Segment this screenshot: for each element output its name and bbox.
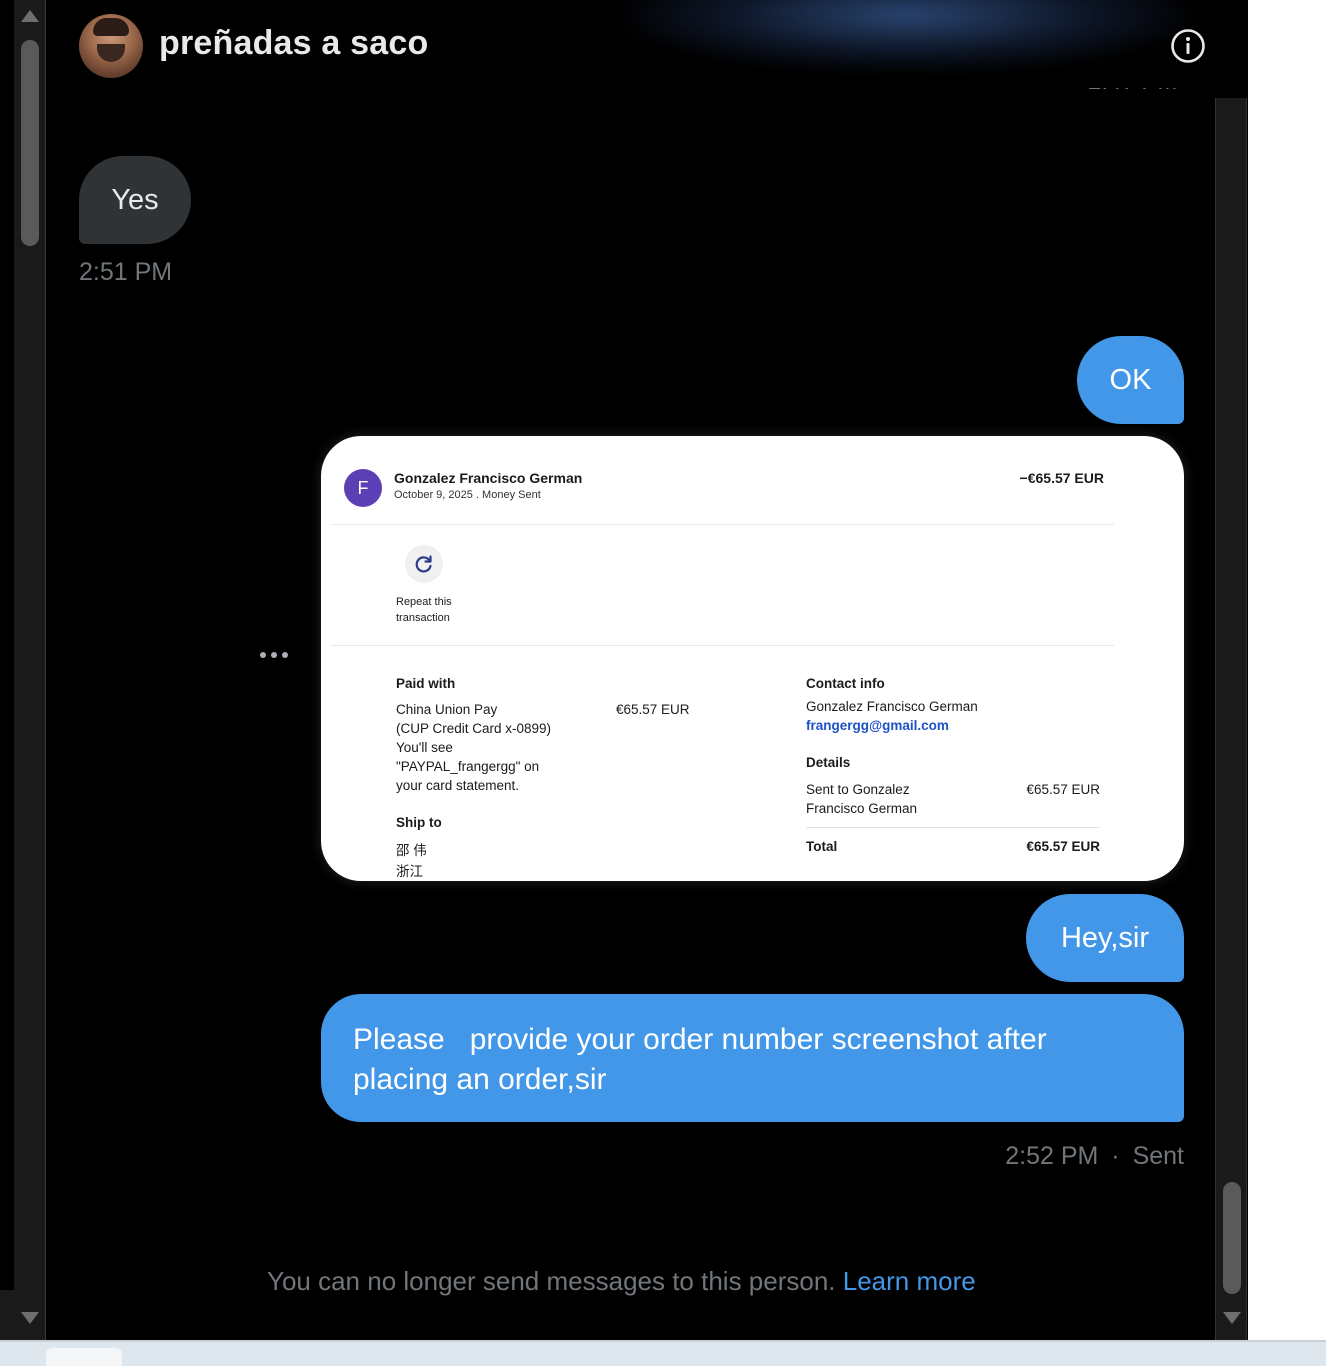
avatar-hair <box>93 18 129 36</box>
sent-to-line1: Sent to Gonzalez <box>806 782 910 797</box>
total-label: Total <box>806 839 838 854</box>
previous-timestamp: 2:47 PM <box>1088 88 1188 100</box>
sent-amount: €65.57 EUR <box>1026 782 1100 797</box>
scroll-down-arrow-icon[interactable] <box>21 1312 39 1324</box>
chat-header: preñadas a saco <box>47 0 1247 98</box>
taskbar-tab[interactable] <box>46 1348 122 1366</box>
divider <box>331 524 1114 525</box>
contact-name: Gonzalez Francisco German <box>806 699 978 714</box>
total-amount: €65.57 EUR <box>1026 839 1100 854</box>
blurred-region <box>627 0 1187 70</box>
paid-with-heading: Paid with <box>396 676 456 691</box>
sent-to-line2: Francisco German <box>806 801 918 816</box>
info-circle-icon[interactable] <box>1170 28 1206 64</box>
sent-status: Sent <box>1132 1142 1184 1170</box>
outside-area <box>1248 0 1326 1340</box>
conversation-scrollbar-thumb[interactable] <box>1223 1182 1241 1294</box>
transaction-amount: −€65.57 EUR <box>1019 470 1104 486</box>
user-avatar[interactable] <box>79 14 143 78</box>
blocked-notice-text: You can no longer send messages to this … <box>267 1266 836 1296</box>
dot <box>282 652 288 658</box>
paid-with-line: (CUP Credit Card x-0899) <box>396 721 552 736</box>
ship-to-line: 邵 伟 <box>396 843 427 858</box>
message-timestamp: 2:51 PM <box>79 258 173 286</box>
image-attachment-receipt[interactable]: F Gonzalez Francisco German October 9, 2… <box>321 436 1184 881</box>
outgoing-message-bubble[interactable]: Hey,sir <box>1026 894 1184 982</box>
scroll-up-arrow-icon[interactable] <box>21 10 39 22</box>
ship-to-heading: Ship to <box>396 815 442 830</box>
bottom-taskbar <box>0 1340 1326 1366</box>
message-status: 2:52 PM · Sent <box>1005 1142 1184 1171</box>
contact-info-heading: Contact info <box>806 676 885 691</box>
left-edge-strip <box>0 0 14 1290</box>
avatar-beard <box>97 44 125 62</box>
chat-title[interactable]: preñadas a saco <box>159 24 428 63</box>
transaction-date: October 9, 2025 . Money Sent <box>394 489 541 501</box>
paid-with-line: You'll see <box>396 740 453 755</box>
repeat-label-line1: Repeat this <box>396 596 452 608</box>
dot <box>260 652 266 658</box>
divider <box>331 645 1114 646</box>
repeat-button <box>405 545 443 583</box>
repeat-label-line2: transaction <box>396 612 450 624</box>
paid-with-line: "PAYPAL_frangergg" on <box>396 759 540 774</box>
blocked-notice: You can no longer send messages to this … <box>267 1266 976 1297</box>
details-heading: Details <box>806 755 851 770</box>
more-options-icon[interactable] <box>260 652 288 658</box>
message-text: OK <box>1109 364 1152 396</box>
paid-with-line: China Union Pay <box>396 702 498 717</box>
message-text-line1: Please provide your order number screens… <box>353 1023 1047 1056</box>
outgoing-message-bubble[interactable]: OK <box>1077 336 1184 424</box>
payee-name: Gonzalez Francisco German <box>394 470 583 486</box>
message-text-line2: placing an order,sir <box>353 1063 607 1096</box>
learn-more-link[interactable]: Learn more <box>843 1266 976 1296</box>
conversation-scroll-down-icon[interactable] <box>1223 1312 1241 1324</box>
scrollbar-thumb[interactable] <box>21 40 39 246</box>
paid-with-amount: €65.57 EUR <box>616 702 690 717</box>
conversation-scrollbar[interactable] <box>1215 98 1247 1340</box>
dot <box>271 652 277 658</box>
outgoing-message-bubble[interactable]: Please provide your order number screens… <box>321 994 1184 1122</box>
message-text: Hey,sir <box>1060 922 1150 954</box>
ship-to-line: 浙江 <box>396 864 423 879</box>
incoming-message-bubble[interactable]: Yes <box>79 156 191 244</box>
status-separator: · <box>1111 1142 1120 1170</box>
left-scrollbar[interactable] <box>0 0 46 1340</box>
payee-avatar: F <box>344 469 382 507</box>
refresh-icon <box>415 555 432 573</box>
message-text: Yes <box>111 184 159 216</box>
receipt-card: F Gonzalez Francisco German October 9, 2… <box>331 448 1114 881</box>
contact-email: frangergg@gmail.com <box>806 718 949 733</box>
paid-with-line: your card statement. <box>396 778 520 793</box>
message-timestamp: 2:52 PM <box>1005 1142 1099 1170</box>
divider <box>806 827 1100 828</box>
